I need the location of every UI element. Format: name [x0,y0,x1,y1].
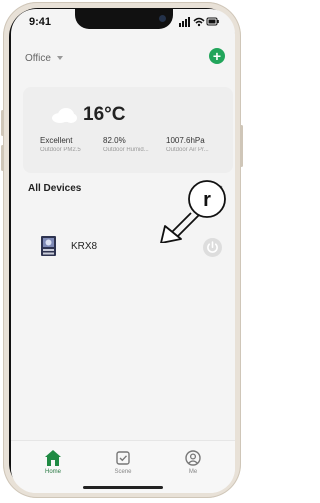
stat-humidity: 82.0% Outdoor Humid... [103,136,165,153]
weather-card[interactable]: 16°C Excellent Outdoor PM2.5 82.0% Outdo… [23,87,233,173]
tab-label: Scene [114,469,132,475]
scene-icon [116,451,130,465]
side-button [1,110,4,136]
stat-label: Outdoor PM2.5 [40,147,81,153]
home-selector[interactable]: Office [25,53,51,64]
device-icon [41,236,56,256]
profile-icon [185,450,201,466]
stat-label: Outdoor Humid... [103,147,149,153]
tab-scene[interactable]: Scene [98,449,148,481]
callout-annotation: r [160,180,226,243]
home-header: Office + [11,43,235,67]
stat-label: Outdoor Air Pr... [166,147,209,153]
tab-label: Home [44,469,61,475]
stat-pm25: Excellent Outdoor PM2.5 [40,136,102,153]
chevron-down-icon[interactable] [57,56,63,60]
tab-label: Me [188,469,198,475]
status-time: 9:41 [29,16,52,28]
temperature: 16°C [83,104,126,125]
home-indicator [83,486,163,489]
home-icon [45,450,61,466]
section-title: All Devices [28,183,82,194]
tab-home[interactable]: Home [28,449,78,481]
callout-letter: r [203,189,211,211]
front-camera [159,15,166,22]
plus-icon: + [212,48,222,64]
cloud-icon [52,108,77,123]
stat-value: 1007.6hPa [166,136,205,145]
status-icons [179,17,219,27]
tab-me[interactable]: Me [168,449,218,481]
stat-value: Excellent [40,136,73,145]
stat-air-pressure: 1007.6hPa Outdoor Air Pr... [166,136,228,153]
device-name: KRX8 [71,241,98,252]
side-button [1,145,4,171]
add-device-button[interactable]: + [209,48,225,64]
app-screen: 9:41 Office + 16°C Excellent Outdoor PM2… [11,9,235,493]
side-button [240,125,243,167]
stat-value: 82.0% [103,136,126,145]
